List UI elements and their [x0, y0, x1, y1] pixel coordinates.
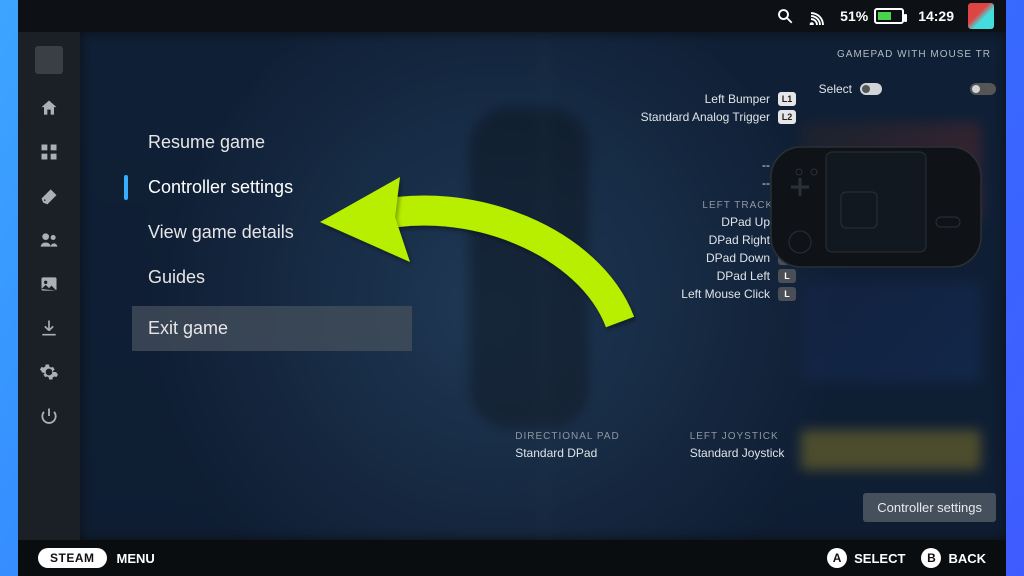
toggle-indicator — [970, 83, 996, 95]
home-icon[interactable] — [39, 98, 59, 118]
glyph-l2: L2 — [778, 110, 796, 124]
library-icon[interactable] — [39, 142, 59, 162]
main-region: GAMEPAD WITH MOUSE TR Left Bumper L1 Sta… — [18, 32, 1006, 540]
store-icon[interactable] — [39, 186, 59, 206]
lower-sections: DIRECTIONAL PAD Standard DPad LEFT JOYST… — [515, 431, 996, 460]
battery-indicator: 51% — [840, 8, 904, 24]
footer-menu-label: MENU — [117, 551, 155, 566]
content-area: GAMEPAD WITH MOUSE TR Left Bumper L1 Sta… — [80, 32, 1006, 540]
downloads-icon[interactable] — [39, 318, 59, 338]
search-icon[interactable] — [776, 7, 794, 25]
section-heading: LEFT JOYSTICK — [690, 431, 785, 442]
battery-icon — [874, 8, 904, 24]
menu-exit-game[interactable]: Exit game — [132, 306, 412, 351]
friends-icon[interactable] — [39, 230, 59, 250]
footer-right: A SELECT B BACK — [827, 548, 986, 568]
footer-back-hint: B BACK — [921, 548, 986, 568]
cast-icon[interactable] — [808, 7, 826, 25]
left-joystick-section[interactable]: LEFT JOYSTICK Standard Joystick — [690, 431, 785, 460]
controller-settings-button[interactable]: Controller settings — [863, 493, 996, 522]
section-value: Standard DPad — [515, 446, 619, 460]
menu-guides[interactable]: Guides — [132, 255, 412, 300]
view-button-glyph — [860, 83, 882, 95]
binding-row[interactable]: Left Mouse ClickL — [515, 285, 996, 303]
media-icon[interactable] — [39, 274, 59, 294]
dpad-section[interactable]: DIRECTIONAL PAD Standard DPad — [515, 431, 619, 460]
footer-b-label: BACK — [948, 551, 986, 566]
overlay-menu: Resume game Controller settings View gam… — [132, 120, 412, 351]
glyph-mouse: L — [778, 287, 796, 301]
settings-icon[interactable] — [39, 362, 59, 382]
binding-label: Left Bumper — [705, 92, 770, 106]
menu-resume-game[interactable]: Resume game — [132, 120, 412, 165]
select-action-row[interactable]: Select — [819, 82, 996, 96]
steamdeck-silhouette — [766, 132, 986, 282]
app-frame: 51% 14:29 — [18, 0, 1006, 576]
a-button-icon: A — [827, 548, 847, 568]
section-heading: DIRECTIONAL PAD — [515, 431, 619, 442]
footer-select-hint: A SELECT — [827, 548, 905, 568]
menu-controller-settings[interactable]: Controller settings — [132, 165, 412, 210]
binding-row[interactable]: Standard Analog Trigger L2 — [515, 108, 996, 126]
footer-left: STEAM MENU — [38, 548, 155, 568]
profile-tile[interactable] — [35, 46, 63, 74]
steam-button[interactable]: STEAM — [38, 548, 107, 568]
controller-template-label: GAMEPAD WITH MOUSE TR — [837, 49, 991, 60]
avatar[interactable] — [968, 3, 994, 29]
battery-fill — [878, 12, 891, 20]
select-action-label: Select — [819, 82, 852, 96]
footer-a-label: SELECT — [854, 551, 905, 566]
glyph-l1: L1 — [778, 92, 796, 106]
sidebar — [18, 32, 80, 540]
section-value: Standard Joystick — [690, 446, 785, 460]
battery-pct: 51% — [840, 8, 868, 24]
menu-view-game-details[interactable]: View game details — [132, 210, 412, 255]
status-bar: 51% 14:29 — [18, 0, 1006, 32]
clock: 14:29 — [918, 8, 954, 24]
b-button-icon: B — [921, 548, 941, 568]
binding-label: Standard Analog Trigger — [641, 110, 770, 124]
footer-bar: STEAM MENU A SELECT B BACK — [18, 540, 1006, 576]
power-icon[interactable] — [39, 406, 59, 426]
